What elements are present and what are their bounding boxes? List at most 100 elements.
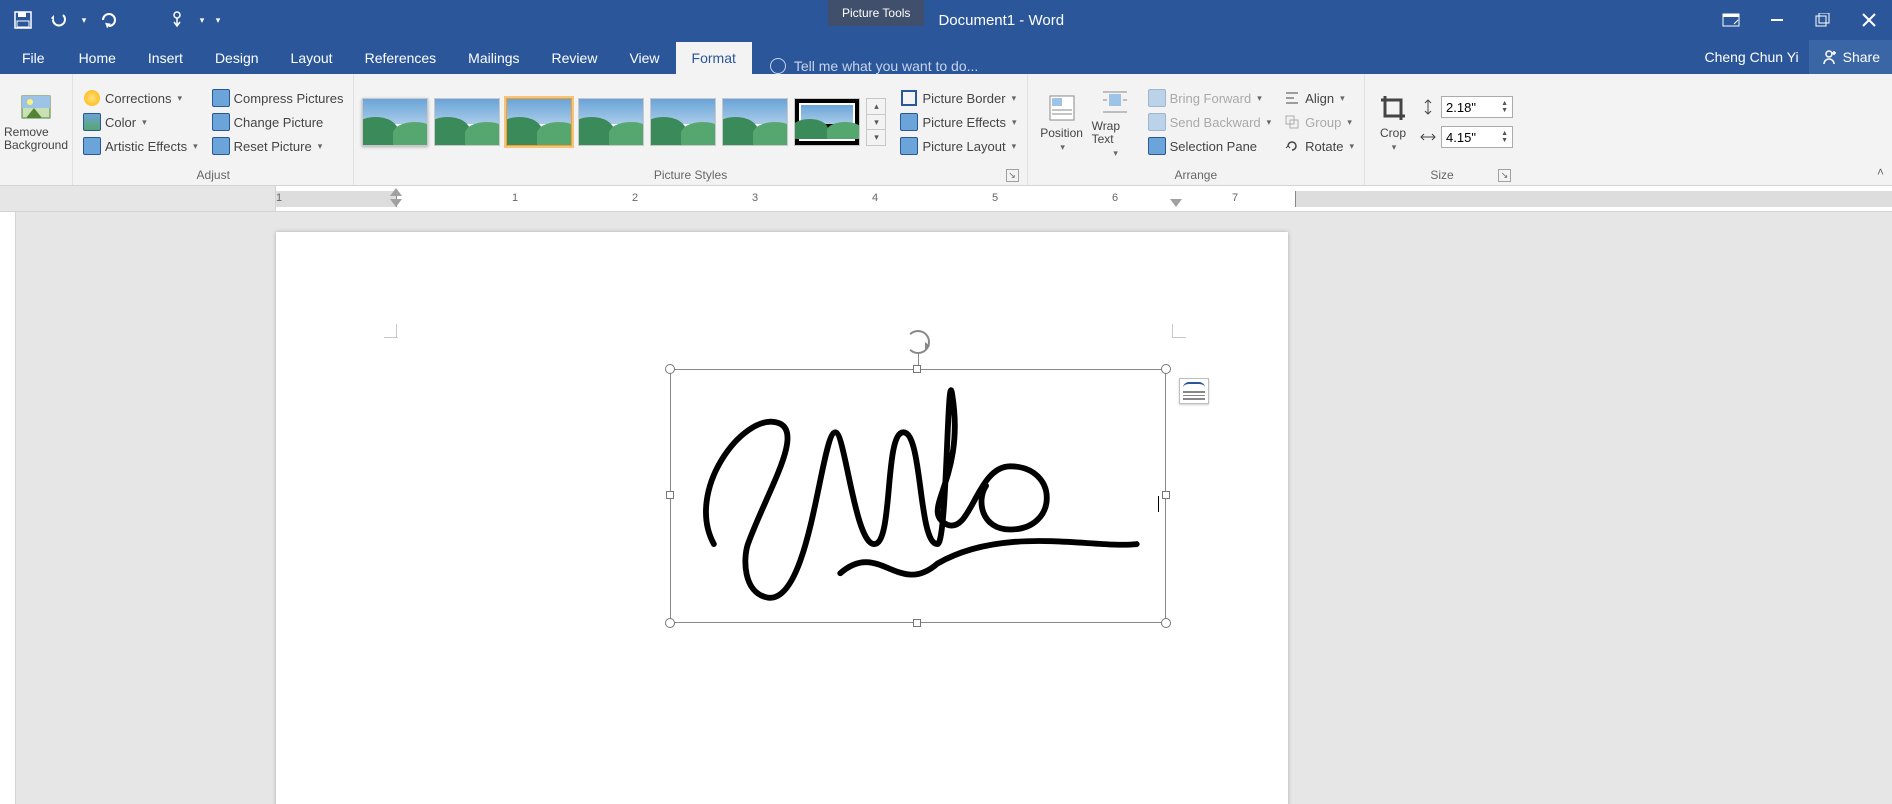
styles-launcher[interactable]: ↘ — [1006, 169, 1019, 182]
document-canvas[interactable] — [0, 212, 1892, 804]
minimize-button[interactable] — [1754, 0, 1800, 40]
gallery-more[interactable]: ▴▾▾ — [866, 98, 886, 146]
effects-icon — [900, 113, 918, 131]
undo-button[interactable] — [42, 3, 76, 37]
touch-mode-button[interactable] — [160, 3, 194, 37]
signature-image — [675, 374, 1161, 617]
redo-button[interactable] — [92, 3, 126, 37]
handle-top-left[interactable] — [665, 364, 675, 374]
style-thumb-6[interactable] — [722, 98, 788, 146]
send-backward-button[interactable]: Send Backward▾ — [1144, 111, 1276, 133]
tab-view[interactable]: View — [613, 42, 675, 74]
group-label-arrange: Arrange — [1034, 166, 1358, 185]
tell-me-search[interactable]: Tell me what you want to do... — [752, 58, 1695, 74]
handle-mid-right[interactable] — [1162, 491, 1170, 499]
rotate-icon — [1284, 138, 1300, 154]
width-row: 4.15"▲▼ — [1419, 126, 1513, 148]
picture-effects-button[interactable]: Picture Effects▾ — [896, 111, 1020, 133]
group-label-styles: Picture Styles↘ — [360, 166, 1020, 185]
reset-picture-icon — [212, 137, 230, 155]
handle-bottom-left[interactable] — [665, 618, 675, 628]
contextual-tab-label: Picture Tools — [828, 0, 924, 26]
rotate-button[interactable]: Rotate▾ — [1279, 135, 1358, 157]
bring-forward-button[interactable]: Bring Forward▾ — [1144, 87, 1276, 109]
share-label: Share — [1843, 49, 1880, 65]
tab-layout[interactable]: Layout — [275, 42, 349, 74]
first-line-indent[interactable] — [390, 188, 402, 196]
align-button[interactable]: Align▾ — [1279, 87, 1358, 109]
style-thumb-4[interactable] — [578, 98, 644, 146]
vertical-ruler[interactable] — [0, 212, 16, 804]
maximize-button[interactable] — [1800, 0, 1846, 40]
tab-format[interactable]: Format — [676, 42, 752, 74]
wrap-text-button[interactable]: Wrap Text▾ — [1090, 78, 1140, 166]
page[interactable] — [276, 232, 1288, 804]
color-button[interactable]: Color▾ — [79, 111, 202, 133]
lightbulb-icon — [770, 58, 786, 74]
horizontal-ruler[interactable]: 1 1 2 3 4 5 6 7 — [276, 186, 1892, 211]
share-icon — [1821, 49, 1837, 65]
collapse-ribbon[interactable]: ˄ — [1877, 165, 1884, 179]
reset-picture-button[interactable]: Reset Picture▾ — [208, 135, 348, 157]
align-icon — [1284, 90, 1300, 106]
tab-review[interactable]: Review — [536, 42, 614, 74]
compress-pictures-button[interactable]: Compress Pictures — [208, 87, 348, 109]
group-button[interactable]: Group▾ — [1279, 111, 1358, 133]
qat-customize[interactable]: ▾ — [210, 3, 226, 37]
position-button[interactable]: Position▾ — [1034, 78, 1090, 166]
picture-styles-gallery[interactable]: ▴▾▾ — [360, 78, 888, 166]
tab-home[interactable]: Home — [63, 42, 132, 74]
hanging-indent[interactable] — [390, 199, 402, 207]
document-title: Document1 - Word — [938, 12, 1064, 29]
artistic-effects-button[interactable]: Artistic Effects▾ — [79, 135, 202, 157]
picture-layout-button[interactable]: Picture Layout▾ — [896, 135, 1020, 157]
border-icon — [900, 89, 918, 107]
selection-pane-button[interactable]: Selection Pane — [1144, 135, 1276, 157]
ribbon-tabs: File Home Insert Design Layout Reference… — [0, 40, 1892, 74]
height-input[interactable]: 2.18"▲▼ — [1441, 96, 1513, 118]
rotate-handle[interactable] — [906, 330, 930, 354]
user-name[interactable]: Cheng Chun Yi — [1694, 49, 1808, 65]
remove-background-button[interactable]: Remove Background — [6, 78, 66, 166]
share-button[interactable]: Share — [1809, 40, 1892, 74]
style-thumb-1[interactable] — [362, 98, 428, 146]
handle-bottom-right[interactable] — [1161, 618, 1171, 628]
remove-background-icon — [20, 92, 52, 124]
handle-top-mid[interactable] — [913, 365, 921, 373]
handle-bottom-mid[interactable] — [913, 619, 921, 627]
style-thumb-5[interactable] — [650, 98, 716, 146]
ribbon-display-options[interactable] — [1708, 0, 1754, 40]
tab-file[interactable]: File — [4, 42, 63, 74]
selection-pane-icon — [1148, 137, 1166, 155]
style-thumb-3-selected[interactable] — [506, 98, 572, 146]
handle-top-right[interactable] — [1161, 364, 1171, 374]
picture-selection[interactable] — [670, 369, 1166, 623]
change-picture-button[interactable]: Change Picture — [208, 111, 348, 133]
touch-dropdown[interactable]: ▾ — [196, 3, 208, 37]
layout-options-button[interactable] — [1179, 378, 1209, 404]
handle-mid-left[interactable] — [666, 491, 674, 499]
wrap-text-icon — [1099, 86, 1131, 118]
size-launcher[interactable]: ↘ — [1498, 169, 1511, 182]
corrections-icon — [84, 90, 100, 106]
tab-design[interactable]: Design — [199, 42, 275, 74]
tab-mailings[interactable]: Mailings — [452, 42, 535, 74]
group-label-size: Size↘ — [1371, 166, 1513, 185]
corrections-button[interactable]: Corrections▾ — [79, 87, 202, 109]
picture-layout-icon — [900, 137, 918, 155]
style-thumb-7[interactable] — [794, 98, 860, 146]
send-backward-icon — [1148, 113, 1166, 131]
tab-references[interactable]: References — [349, 42, 453, 74]
crop-button[interactable]: Crop▾ — [1371, 78, 1415, 166]
tab-insert[interactable]: Insert — [132, 42, 199, 74]
artistic-icon — [83, 137, 101, 155]
picture-border-button[interactable]: Picture Border▾ — [896, 87, 1020, 109]
save-button[interactable] — [6, 3, 40, 37]
width-input[interactable]: 4.15"▲▼ — [1441, 126, 1513, 148]
undo-dropdown[interactable]: ▾ — [78, 3, 90, 37]
style-thumb-2[interactable] — [434, 98, 500, 146]
width-icon — [1419, 128, 1437, 146]
right-indent[interactable] — [1170, 199, 1182, 207]
compress-icon — [212, 89, 230, 107]
close-button[interactable] — [1846, 0, 1892, 40]
